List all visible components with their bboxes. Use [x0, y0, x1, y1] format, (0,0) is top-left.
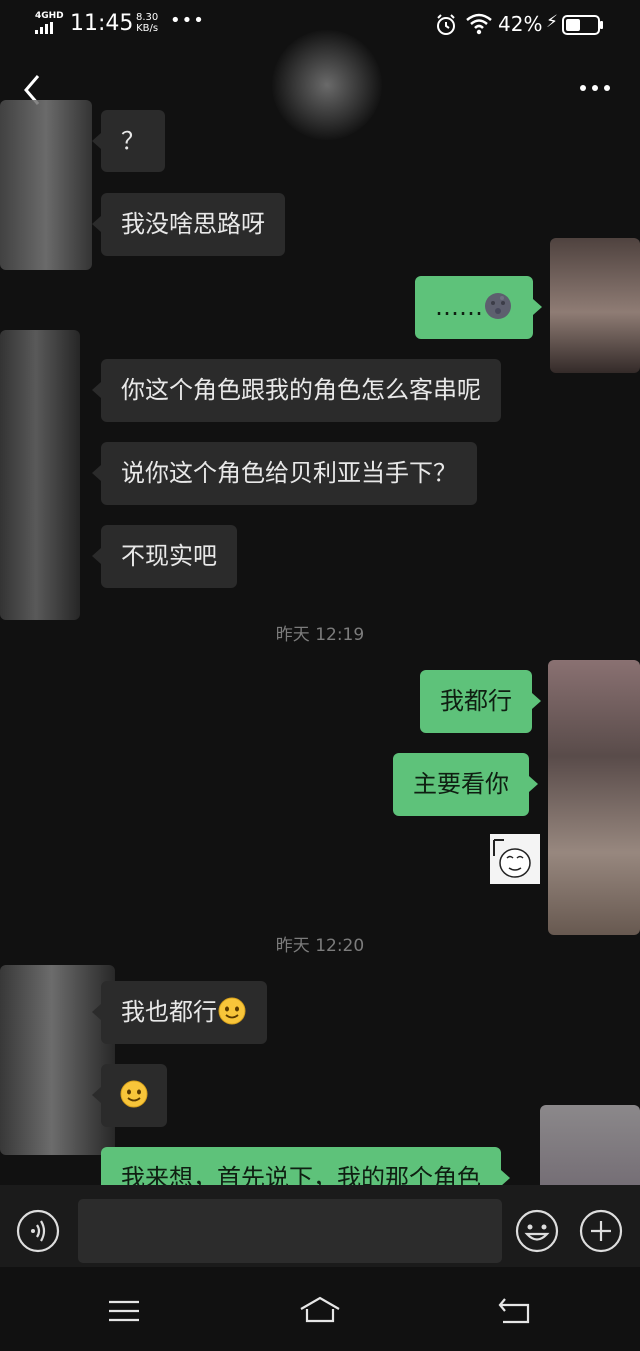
- message-bubble-outgoing[interactable]: ……: [415, 276, 542, 339]
- message-text: 不现实吧: [121, 542, 217, 570]
- message-text: 我没啥思路呀: [121, 210, 265, 238]
- voice-icon[interactable]: [16, 1209, 60, 1253]
- message-text: 我都行: [440, 687, 512, 715]
- my-avatar[interactable]: [548, 660, 640, 935]
- speed-unit: KB/s: [136, 23, 159, 34]
- contact-avatar[interactable]: [0, 330, 80, 620]
- meme-face-sticker-icon[interactable]: [490, 834, 540, 884]
- message-text: 主要看你: [413, 770, 509, 798]
- signal-icon: [35, 22, 53, 34]
- new-moon-face-icon: [485, 293, 511, 319]
- message-bubble-incoming[interactable]: ？: [92, 110, 165, 172]
- plus-icon[interactable]: [579, 1209, 623, 1253]
- message-bubble-incoming[interactable]: 我也都行: [92, 981, 267, 1044]
- message-input[interactable]: [78, 1199, 502, 1263]
- status-time: 11:45: [70, 11, 134, 36]
- message-bubble-outgoing[interactable]: 主要看你: [393, 753, 538, 816]
- battery-percent: 42%: [498, 12, 543, 36]
- battery-icon: [562, 15, 603, 35]
- obscured-title: [272, 30, 382, 140]
- contact-avatar[interactable]: [0, 100, 92, 270]
- status-overflow: •••: [170, 10, 205, 31]
- timestamp: 昨天 12:20: [275, 936, 365, 956]
- charging-icon: ⚡: [546, 12, 558, 32]
- home-icon[interactable]: [298, 1295, 342, 1325]
- message-bubble-incoming[interactable]: 说你这个角色给贝利亚当手下？: [92, 442, 477, 505]
- message-text: ？: [121, 127, 145, 155]
- message-text: 你这个角色跟我的角色怎么客串呢: [121, 376, 481, 404]
- emoji-icon[interactable]: [515, 1209, 559, 1253]
- message-text: ……: [435, 293, 483, 321]
- message-bubble-incoming[interactable]: 你这个角色跟我的角色怎么客串呢: [92, 359, 501, 422]
- message-bubble-outgoing[interactable]: 我都行: [420, 670, 541, 733]
- more-options-icon[interactable]: [575, 76, 615, 100]
- contact-avatar[interactable]: [0, 965, 115, 1155]
- message-bubble-incoming[interactable]: 不现实吧: [92, 525, 237, 588]
- network-type: 4GHD: [35, 11, 64, 21]
- message-bubble-incoming[interactable]: [92, 1064, 167, 1127]
- speed-value: 8.30: [136, 12, 159, 23]
- input-bar: [0, 1185, 640, 1267]
- back-icon[interactable]: [497, 1297, 533, 1325]
- message-text: 说你这个角色给贝利亚当手下？: [121, 459, 457, 487]
- message-bubble-incoming[interactable]: 我没啥思路呀: [92, 193, 285, 256]
- smiling-face-icon: [120, 1080, 148, 1108]
- alarm-icon: [437, 14, 455, 35]
- timestamp: 昨天 12:19: [275, 625, 365, 645]
- message-text: 我也都行: [121, 998, 217, 1026]
- wifi-icon: [466, 13, 492, 35]
- menu-icon[interactable]: [107, 1299, 141, 1323]
- system-nav-bar: [0, 1267, 640, 1351]
- my-avatar[interactable]: [550, 238, 640, 373]
- smiling-face-icon: [218, 997, 246, 1025]
- network-speed: 8.30 KB/s: [136, 12, 158, 34]
